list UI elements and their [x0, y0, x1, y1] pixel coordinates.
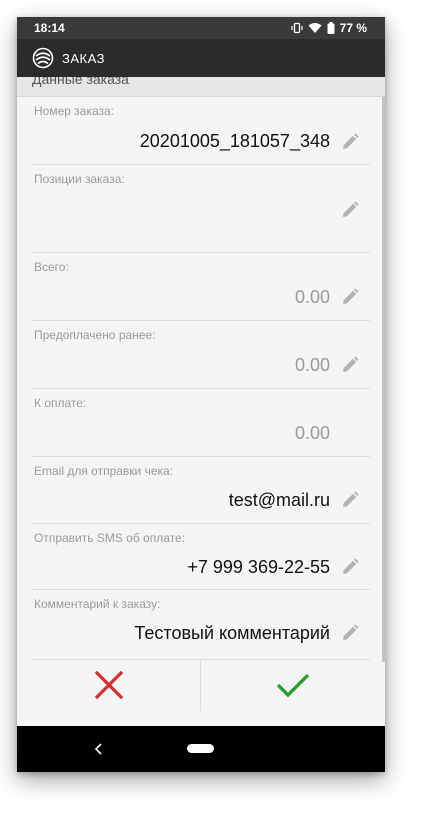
check-icon: [276, 673, 310, 698]
field-label: Номер заказа:: [34, 104, 115, 118]
field-total: Всего: 0.00: [32, 253, 370, 321]
edit-pencil-icon[interactable]: [340, 132, 360, 152]
edit-pencil-icon[interactable]: [340, 200, 360, 220]
field-to-pay: К оплате: 0.00: [32, 389, 370, 457]
field-label: Предоплачено ранее:: [34, 328, 156, 342]
edit-pencil-icon[interactable]: [340, 355, 360, 375]
status-bar: 18:14 77 %: [17, 17, 385, 39]
receipt-email-value: test@mail.ru: [228, 490, 330, 510]
edit-pencil-icon[interactable]: [340, 287, 360, 307]
section-header: Данные заказа: [17, 77, 385, 97]
field-order-items: Позиции заказа:: [32, 165, 370, 253]
field-sms-phone: Отправить SMS об оплате: +7 999 369-22-5…: [32, 524, 370, 590]
action-bar: [17, 659, 385, 711]
app-title: ЗАКАЗ: [62, 51, 105, 66]
home-pill-icon[interactable]: [187, 744, 214, 753]
edit-pencil-icon[interactable]: [340, 623, 360, 643]
cancel-button[interactable]: [17, 659, 201, 711]
vibrate-icon: [291, 22, 303, 34]
field-receipt-email: Email для отправки чека: test@mail.ru: [32, 457, 370, 524]
app-bar: ЗАКАЗ: [17, 39, 385, 77]
field-label: Email для отправки чека:: [34, 464, 174, 478]
confirm-button[interactable]: [201, 659, 385, 711]
field-prepaid: Предоплачено ранее: 0.00: [32, 321, 370, 389]
section-title: Данные заказа: [32, 77, 129, 87]
status-time: 18:14: [34, 21, 65, 35]
wifi-cloud-logo-icon: [32, 47, 54, 69]
battery-level: 77 %: [339, 21, 367, 35]
prepaid-value: 0.00: [294, 355, 330, 375]
scrollbar[interactable]: [382, 97, 385, 662]
sms-phone-value: +7 999 369-22-55: [187, 557, 330, 577]
field-label: К оплате:: [34, 396, 87, 410]
comment-value: Тестовый комментарий: [134, 623, 330, 643]
wifi-icon: [308, 23, 322, 33]
status-icons: 77 %: [291, 21, 367, 35]
field-label: Отправить SMS об оплате:: [34, 531, 186, 545]
system-nav-bar: [17, 726, 385, 772]
edit-pencil-icon[interactable]: [340, 490, 360, 510]
field-label: Всего:: [34, 260, 69, 274]
phone-screen: 18:14 77 % ЗАКАЗ Данные заказа Номер зак…: [17, 17, 385, 772]
field-comment: Комментарий к заказу: Тестовый комментар…: [32, 590, 370, 660]
edit-pencil-icon[interactable]: [340, 557, 360, 577]
total-value: 0.00: [294, 287, 330, 307]
back-chevron-icon[interactable]: [91, 741, 107, 757]
field-label: Комментарий к заказу:: [34, 597, 161, 611]
to-pay-value: 0.00: [294, 423, 330, 443]
field-order-number: Номер заказа: 20201005_181057_348: [32, 97, 370, 165]
close-icon: [94, 670, 124, 700]
field-label: Позиции заказа:: [34, 172, 125, 186]
order-number-value: 20201005_181057_348: [139, 131, 330, 151]
battery-icon: [327, 22, 335, 34]
